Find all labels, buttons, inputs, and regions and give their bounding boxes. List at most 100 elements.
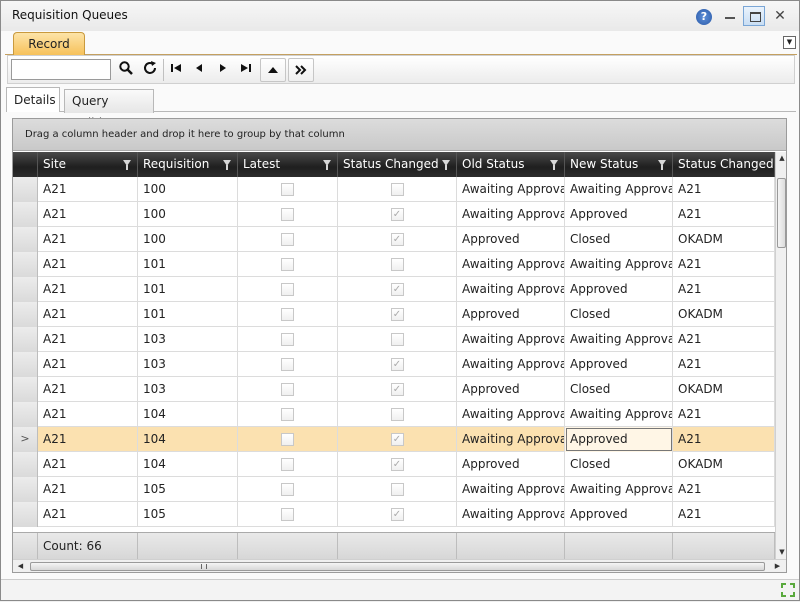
table-row[interactable]: A21 103 Awaiting Approval Awaiting Approval… [13,327,775,352]
checkbox[interactable]: ✓ [390,383,404,396]
row-indicator[interactable] [13,352,38,377]
checkbox[interactable] [281,458,294,471]
cell-status-changed[interactable]: ✓ [338,227,457,252]
vertical-scrollbar[interactable]: ▲ ▼ [775,152,786,559]
cell-requisition[interactable]: 104 [138,402,238,427]
cell-status-changed-by[interactable]: A21 [673,477,775,502]
checkbox[interactable]: ✓ [390,433,404,446]
cell-status-changed[interactable]: ✓ [338,427,457,452]
table-row[interactable]: A21 100 ✓ Approved Closed OKADM [13,227,775,252]
column-header-requisition[interactable]: Requisition [138,152,238,177]
cell-requisition[interactable]: 103 [138,352,238,377]
column-header-latest[interactable]: Latest [238,152,338,177]
cell-site[interactable]: A21 [38,277,138,302]
cell-status-changed-by[interactable]: A21 [673,202,775,227]
close-icon[interactable]: ✕ [771,7,789,25]
cell-new-status[interactable]: Approved [565,352,673,377]
cell-status-changed[interactable] [338,477,457,502]
tab-menu-dropdown-icon[interactable]: ▼ [783,36,796,49]
cell-requisition[interactable]: 103 [138,377,238,402]
table-row[interactable]: A21 101 Awaiting Approval Awaiting Approval… [13,252,775,277]
previous-record-icon[interactable] [189,60,209,80]
cell-status-changed[interactable] [338,177,457,202]
cell-site[interactable]: A21 [38,502,138,527]
column-header-status-changed[interactable]: Status Changed [338,152,457,177]
cell-old-status[interactable]: Approved [457,302,565,327]
cell-new-status[interactable]: Awaiting Approval [565,252,673,277]
last-record-icon[interactable] [236,60,256,80]
cell-new-status[interactable]: Closed [565,227,673,252]
cell-status-changed[interactable]: ✓ [338,377,457,402]
table-row[interactable]: A21 101 ✓ Awaiting Approval Approved A21 [13,277,775,302]
table-row[interactable]: A21 105 ✓ Awaiting Approval Approved A21 [13,502,775,527]
scroll-left-arrow-icon[interactable]: ◀ [16,562,25,571]
table-row[interactable]: A21 103 ✓ Approved Closed OKADM [13,377,775,402]
column-header-old-status[interactable]: Old Status [457,152,565,177]
funnel-icon[interactable] [550,160,558,170]
cell-latest[interactable] [238,377,338,402]
checkbox[interactable]: ✓ [390,233,404,246]
scroll-up-arrow-icon[interactable]: ▲ [778,154,786,162]
cell-status-changed-by[interactable]: A21 [673,427,775,452]
row-indicator[interactable] [13,227,38,252]
search-input[interactable] [11,59,111,80]
column-header-status-changed-by[interactable]: Status Changed By [673,152,775,177]
tab-query-builder[interactable]: Query Builder [64,89,154,130]
cell-status-changed-by[interactable]: A21 [673,502,775,527]
cell-new-status[interactable]: Closed [565,377,673,402]
cell-latest[interactable] [238,427,338,452]
cell-new-status[interactable]: Closed [565,302,673,327]
cell-latest[interactable] [238,452,338,477]
vertical-scroll-thumb[interactable] [777,178,786,248]
cell-status-changed[interactable]: ✓ [338,352,457,377]
table-row[interactable]: A21 104 ✓ Approved Closed OKADM [13,452,775,477]
funnel-icon[interactable] [323,160,331,170]
checkbox[interactable] [281,308,294,321]
cell-requisition[interactable]: 100 [138,227,238,252]
search-icon[interactable] [116,60,136,80]
row-indicator[interactable] [13,452,38,477]
checkbox[interactable] [390,333,404,346]
table-row[interactable]: A21 100 Awaiting Approval Awaiting Approval… [13,177,775,202]
resize-grip-icon[interactable] [780,582,796,598]
horizontal-scroll-thumb[interactable] [30,562,765,571]
cell-old-status[interactable]: Awaiting Approval [457,327,565,352]
help-icon[interactable]: ? [696,9,712,25]
cell-latest[interactable] [238,202,338,227]
cell-status-changed-by[interactable]: OKADM [673,377,775,402]
cell-site[interactable]: A21 [38,377,138,402]
cell-old-status[interactable]: Approved [457,227,565,252]
cell-status-changed[interactable] [338,402,457,427]
horizontal-scrollbar[interactable]: ◀ ▶ [13,559,786,572]
checkbox[interactable]: ✓ [390,508,404,521]
row-indicator[interactable] [13,377,38,402]
cell-latest[interactable] [238,327,338,352]
cell-old-status[interactable]: Awaiting Approval [457,427,565,452]
checkbox[interactable] [281,183,294,196]
table-row[interactable]: A21 100 ✓ Awaiting Approval Approved A21 [13,202,775,227]
cell-status-changed-by[interactable]: A21 [673,327,775,352]
current-row-indicator[interactable]: > [13,427,38,452]
cell-requisition[interactable]: 105 [138,502,238,527]
checkbox[interactable] [281,508,294,521]
cell-status-changed-by[interactable]: A21 [673,177,775,202]
cell-status-changed[interactable] [338,252,457,277]
checkbox[interactable] [281,333,294,346]
row-indicator[interactable] [13,402,38,427]
cell-site[interactable]: A21 [38,402,138,427]
first-record-icon[interactable] [166,60,186,80]
cell-old-status[interactable]: Awaiting Approval [457,477,565,502]
row-indicator[interactable] [13,202,38,227]
cell-latest[interactable] [238,402,338,427]
checkbox[interactable] [390,408,404,421]
cell-old-status[interactable]: Awaiting Approval [457,402,565,427]
cell-site[interactable]: A21 [38,177,138,202]
cell-latest[interactable] [238,502,338,527]
checkbox[interactable]: ✓ [390,208,404,221]
cell-requisition[interactable]: 101 [138,277,238,302]
cell-new-status[interactable]: Approved [565,277,673,302]
cell-status-changed[interactable]: ✓ [338,202,457,227]
cell-old-status[interactable]: Awaiting Approval [457,202,565,227]
cell-new-status[interactable]: Approved [565,202,673,227]
row-indicator[interactable] [13,252,38,277]
